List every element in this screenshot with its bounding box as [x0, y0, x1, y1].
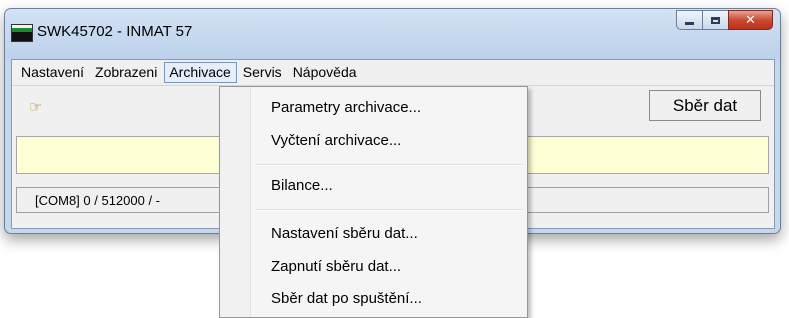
status-text: [COM8] 0 / 512000 / - — [35, 193, 161, 208]
menu-item-vycteni-archivace[interactable]: Vyčtení archivace... — [271, 132, 401, 149]
minimize-icon — [685, 21, 694, 25]
menu-zobrazeni[interactable]: Zobrazeni — [90, 62, 163, 83]
maximize-button[interactable] — [702, 10, 728, 30]
menu-item-bilance[interactable]: Bilance... — [271, 177, 333, 194]
menu-servis[interactable]: Servis — [238, 62, 288, 83]
menu-separator — [256, 209, 523, 211]
menu-separator — [256, 164, 523, 166]
menu-bar: Nastavení Zobrazeni Archivace Servis Náp… — [12, 60, 774, 84]
menu-item-zapnuti-sberu-dat[interactable]: Zapnutí sběru dat... — [271, 258, 401, 275]
menu-nastaveni[interactable]: Nastavení — [16, 62, 90, 83]
menu-archivace[interactable]: Archivace — [164, 61, 237, 83]
menu-icon-gutter — [220, 87, 251, 317]
maximize-icon — [711, 16, 720, 24]
close-icon: ✕ — [745, 12, 756, 28]
archivace-dropdown-menu: Parametry archivace... Vyčtení archivace… — [219, 86, 528, 318]
title-bar[interactable]: SWK45702 - INMAT 57 ✕ — [5, 9, 780, 59]
minimize-button[interactable] — [676, 10, 702, 30]
window-title: SWK45702 - INMAT 57 — [37, 23, 193, 40]
app-icon[interactable] — [11, 24, 33, 42]
menu-napoveda[interactable]: Nápověda — [288, 62, 363, 83]
sber-dat-button[interactable]: Sběr dat — [649, 90, 761, 121]
menu-item-nastaveni-sberu-dat[interactable]: Nastavení sběru dat... — [271, 225, 418, 242]
close-button[interactable]: ✕ — [728, 10, 773, 30]
menu-item-parametry-archivace[interactable]: Parametry archivace... — [271, 99, 421, 116]
menu-item-sber-dat-po-spusteni[interactable]: Sběr dat po spuštění... — [271, 290, 422, 307]
caption-buttons: ✕ — [676, 10, 773, 32]
pointing-hand-icon[interactable]: ☞ — [29, 98, 42, 116]
